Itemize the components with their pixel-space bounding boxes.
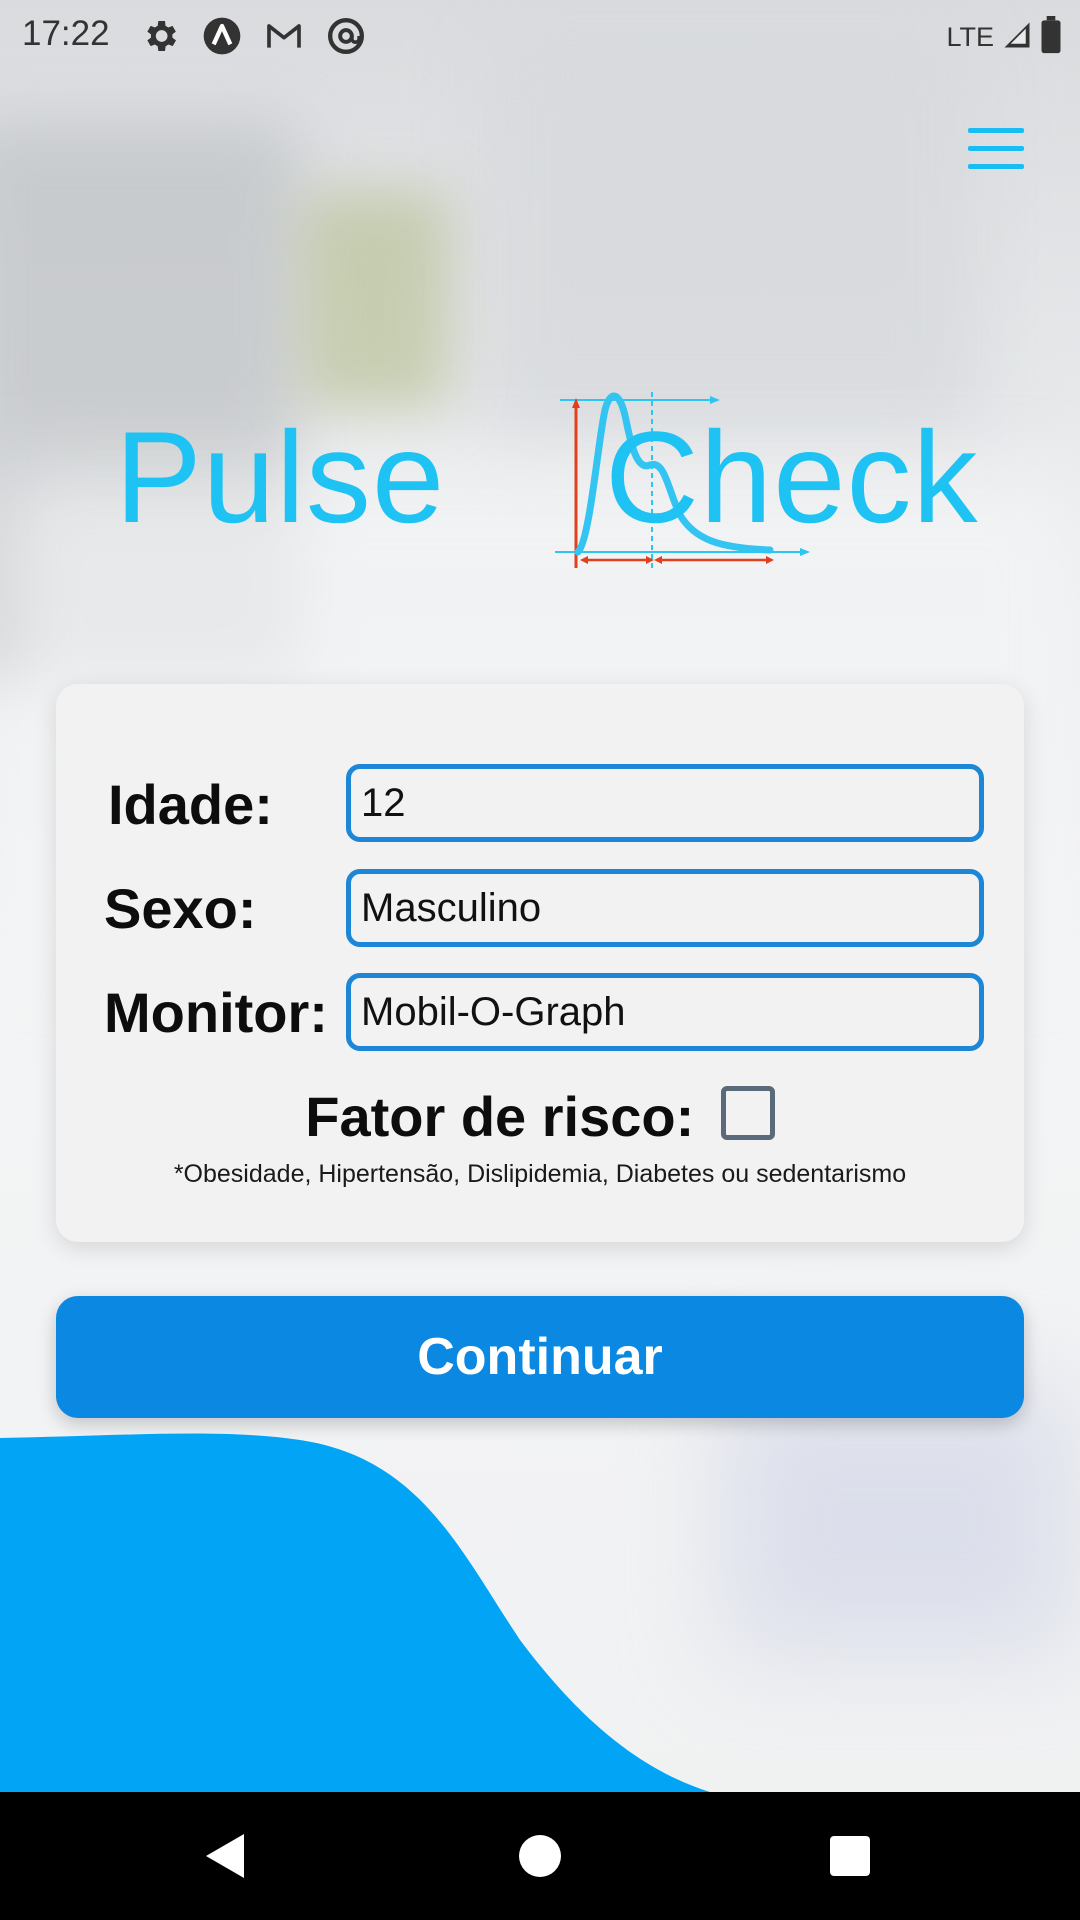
age-label: Idade: (108, 773, 273, 836)
back-triangle-icon[interactable] (196, 1826, 256, 1886)
navigation-bar (0, 1792, 1080, 1920)
decorative-wave (0, 1433, 710, 1792)
risk-factor-note: *Obesidade, Hipertensão, Dislipidemia, D… (173, 1160, 907, 1188)
monitor-label: Monitor: (104, 981, 328, 1044)
sex-label: Sexo: (104, 877, 257, 940)
patient-form-card: Idade: 12 Sexo: Masculino Monitor: Mobil… (56, 684, 1024, 1242)
risk-factor-label: Fator de risco: (305, 1085, 695, 1148)
status-time: 17:22 (22, 14, 110, 53)
continue-button[interactable]: Continuar (56, 1296, 1024, 1418)
status-icons (140, 14, 366, 58)
gmail-icon (264, 16, 304, 56)
risk-factor-checkbox[interactable] (720, 1085, 775, 1140)
logo-word-check: Check (605, 404, 979, 550)
age-input[interactable]: 12 (346, 764, 984, 842)
monitor-select[interactable]: Mobil-O-Graph (346, 973, 984, 1051)
pulse-check-logo: Pulse Check (110, 380, 990, 580)
sex-select[interactable]: Masculino (346, 869, 984, 947)
home-circle-icon[interactable] (510, 1826, 570, 1886)
status-right: LTE (946, 16, 1062, 59)
risk-factor-row: Fator de risco: (56, 1084, 1024, 1149)
battery-icon (1040, 16, 1062, 59)
signal-icon (1002, 20, 1032, 55)
status-bar: 17:22 LTE (0, 0, 1080, 72)
network-type: LTE (946, 22, 994, 52)
settings-icon (140, 16, 180, 56)
app-a-icon (202, 16, 242, 56)
logo-word-pulse: Pulse (115, 404, 446, 550)
at-sign-icon (326, 16, 366, 56)
hamburger-menu-icon[interactable] (968, 128, 1024, 180)
recents-square-icon[interactable] (820, 1826, 880, 1886)
